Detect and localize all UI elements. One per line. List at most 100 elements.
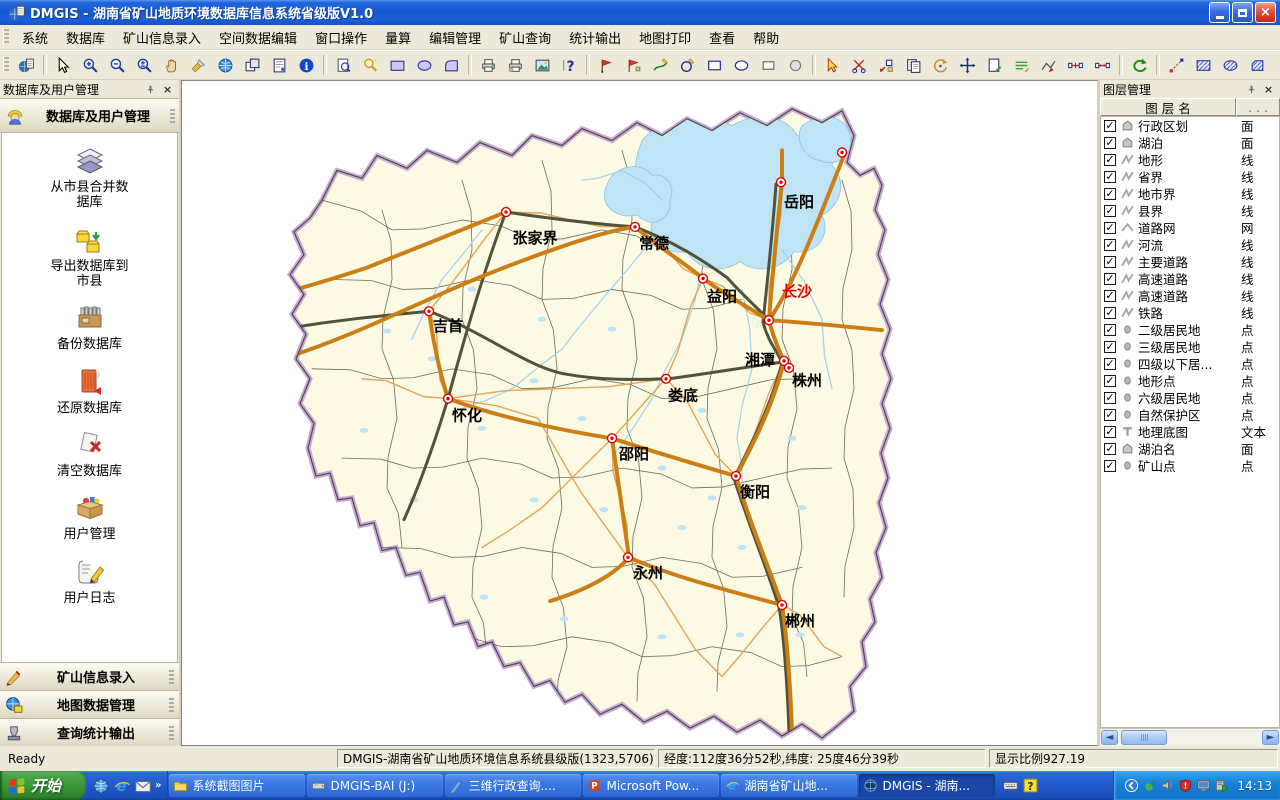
layer-row-17[interactable]: ✓自然保护区点 (1101, 406, 1279, 423)
undo-button[interactable] (1126, 52, 1153, 79)
wedge-fill-button[interactable] (438, 52, 465, 79)
layer-row-18[interactable]: ✓地理底图文本 (1101, 423, 1279, 440)
menu-item-8[interactable]: 统计输出 (560, 25, 630, 50)
keyboard-icon[interactable] (1002, 777, 1019, 794)
hatch-rect-button[interactable] (1190, 52, 1217, 79)
rect-outline-button[interactable] (701, 52, 728, 79)
layer-row-0[interactable]: ✓行政区划面 (1101, 117, 1279, 134)
draw-polygon-button[interactable] (674, 52, 701, 79)
taskbar-task-3[interactable]: Microsoft Pow... (583, 774, 719, 797)
info-button[interactable] (293, 52, 320, 79)
layer-row-14[interactable]: ✓四级以下居...点 (1101, 355, 1279, 372)
layer-checkbox[interactable]: ✓ (1104, 171, 1116, 183)
layer-checkbox[interactable]: ✓ (1104, 137, 1116, 149)
layer-checkbox[interactable]: ✓ (1104, 120, 1116, 132)
menu-item-2[interactable]: 矿山信息录入 (114, 25, 210, 50)
layer-checkbox[interactable]: ✓ (1104, 460, 1116, 472)
pin-icon[interactable] (142, 81, 159, 97)
layer-row-9[interactable]: ✓高速道路线 (1101, 270, 1279, 287)
map-canvas[interactable]: 张家界常德岳阳益阳长沙吉首湘潭株州娄底怀化邵阳衡阳永州郴州 (182, 81, 1097, 745)
page-edit-button[interactable] (981, 52, 1008, 79)
globe-button[interactable] (212, 52, 239, 79)
layer-panel-scrollbar[interactable]: ◄ ► (1100, 728, 1280, 746)
column-more[interactable]: . . . (1236, 98, 1280, 116)
taskbar-task-2[interactable]: 三维行政查询.... (445, 774, 581, 797)
layer-row-7[interactable]: ✓河流线 (1101, 236, 1279, 253)
panel-item-restore[interactable]: 还原数据库 (51, 366, 129, 416)
hatch-ellipse-button[interactable] (1217, 52, 1244, 79)
layer-row-13[interactable]: ✓三级居民地点 (1101, 338, 1279, 355)
circle-gray-button[interactable] (782, 52, 809, 79)
scroll-thumb[interactable] (1121, 730, 1167, 745)
edit-cursor-button[interactable] (819, 52, 846, 79)
line-edit-button[interactable] (1008, 52, 1035, 79)
minimize-button[interactable] (1209, 2, 1230, 23)
layer-row-16[interactable]: ✓六级居民地点 (1101, 389, 1279, 406)
layer-checkbox[interactable]: ✓ (1104, 324, 1116, 336)
layer-checkbox[interactable]: ✓ (1104, 188, 1116, 200)
draw-line-button[interactable] (647, 52, 674, 79)
panel-item-clear[interactable]: 清空数据库 (51, 429, 129, 479)
panel-item-backup[interactable]: 备份数据库 (51, 302, 129, 352)
help-button[interactable] (556, 52, 583, 79)
copy-button[interactable] (900, 52, 927, 79)
layer-row-15[interactable]: ✓地形点点 (1101, 372, 1279, 389)
pin-icon[interactable] (1243, 81, 1260, 97)
layer-checkbox[interactable]: ✓ (1104, 375, 1116, 387)
volume-icon[interactable] (1160, 778, 1175, 793)
layer-checkbox[interactable]: ✓ (1104, 273, 1116, 285)
column-layer-name[interactable]: 图 层 名 (1100, 98, 1236, 116)
rect2-outline-button[interactable] (755, 52, 782, 79)
layer-row-11[interactable]: ✓铁路线 (1101, 304, 1279, 321)
map-view[interactable]: 张家界常德岳阳益阳长沙吉首湘潭株州娄底怀化邵阳衡阳永州郴州 (181, 80, 1098, 746)
layer-checkbox[interactable]: ✓ (1104, 154, 1116, 166)
taskbar-task-4[interactable]: 湖南省矿山地... (721, 774, 857, 797)
globe-doc-button[interactable] (13, 52, 40, 79)
printer-setup-button[interactable] (502, 52, 529, 79)
layer-checkbox[interactable]: ✓ (1104, 409, 1116, 421)
tray-collapse-icon[interactable] (1124, 778, 1139, 793)
layer-row-8[interactable]: ✓主要道路线 (1101, 253, 1279, 270)
left-panel-section-header[interactable]: 数据库及用户管理 (0, 98, 179, 133)
menu-item-10[interactable]: 查看 (700, 25, 744, 50)
quick-launch-mail-icon[interactable] (134, 777, 152, 795)
layer-row-6[interactable]: ✓道路网网 (1101, 219, 1279, 236)
layer-checkbox[interactable]: ✓ (1104, 205, 1116, 217)
form-button[interactable] (266, 52, 293, 79)
measure-line-button[interactable] (1163, 52, 1190, 79)
panel-item-merge[interactable]: 从市县合并数据库 (51, 145, 129, 211)
server-icon[interactable] (1214, 778, 1229, 793)
panel-close-icon[interactable]: × (159, 81, 176, 97)
search-yellow-button[interactable] (357, 52, 384, 79)
quick-launch-overflow-chevron[interactable]: » (155, 780, 161, 791)
display-icon[interactable] (1196, 778, 1211, 793)
panel-item-export[interactable]: 导出数据库到市县 (51, 224, 129, 290)
flag-point2-button[interactable] (620, 52, 647, 79)
cursor-button[interactable] (50, 52, 77, 79)
restore-button[interactable] (1232, 2, 1253, 23)
layer-row-1[interactable]: ✓湖泊面 (1101, 134, 1279, 151)
tray-green-icon[interactable] (1142, 778, 1157, 793)
security-shield-icon[interactable] (1178, 778, 1193, 793)
zoom-out-button[interactable] (104, 52, 131, 79)
zoom-in-button[interactable] (77, 52, 104, 79)
zoom-pm-button[interactable] (131, 52, 158, 79)
hatch-polygon-button[interactable] (1244, 52, 1271, 79)
layer-checkbox[interactable]: ✓ (1104, 222, 1116, 234)
rotate-button[interactable] (927, 52, 954, 79)
layer-checkbox[interactable]: ✓ (1104, 307, 1116, 319)
layer-row-20[interactable]: ✓矿山点点 (1101, 457, 1279, 474)
layer-row-19[interactable]: ✓湖泊名面 (1101, 440, 1279, 457)
layer-checkbox[interactable]: ✓ (1104, 239, 1116, 251)
paint-brush-button[interactable] (185, 52, 212, 79)
layer-row-3[interactable]: ✓省界线 (1101, 168, 1279, 185)
layer-checkbox[interactable]: ✓ (1104, 358, 1116, 370)
layer-checkbox[interactable]: ✓ (1104, 443, 1116, 455)
ellipse-outline-button[interactable] (728, 52, 755, 79)
menu-item-5[interactable]: 量算 (376, 25, 420, 50)
quick-launch-globe-icon[interactable] (92, 777, 110, 795)
panel-bar-globe-data[interactable]: 地图数据管理 (0, 690, 179, 718)
menu-item-0[interactable]: 系统 (13, 25, 57, 50)
rect-fill-button[interactable] (384, 52, 411, 79)
menu-item-4[interactable]: 窗口操作 (306, 25, 376, 50)
